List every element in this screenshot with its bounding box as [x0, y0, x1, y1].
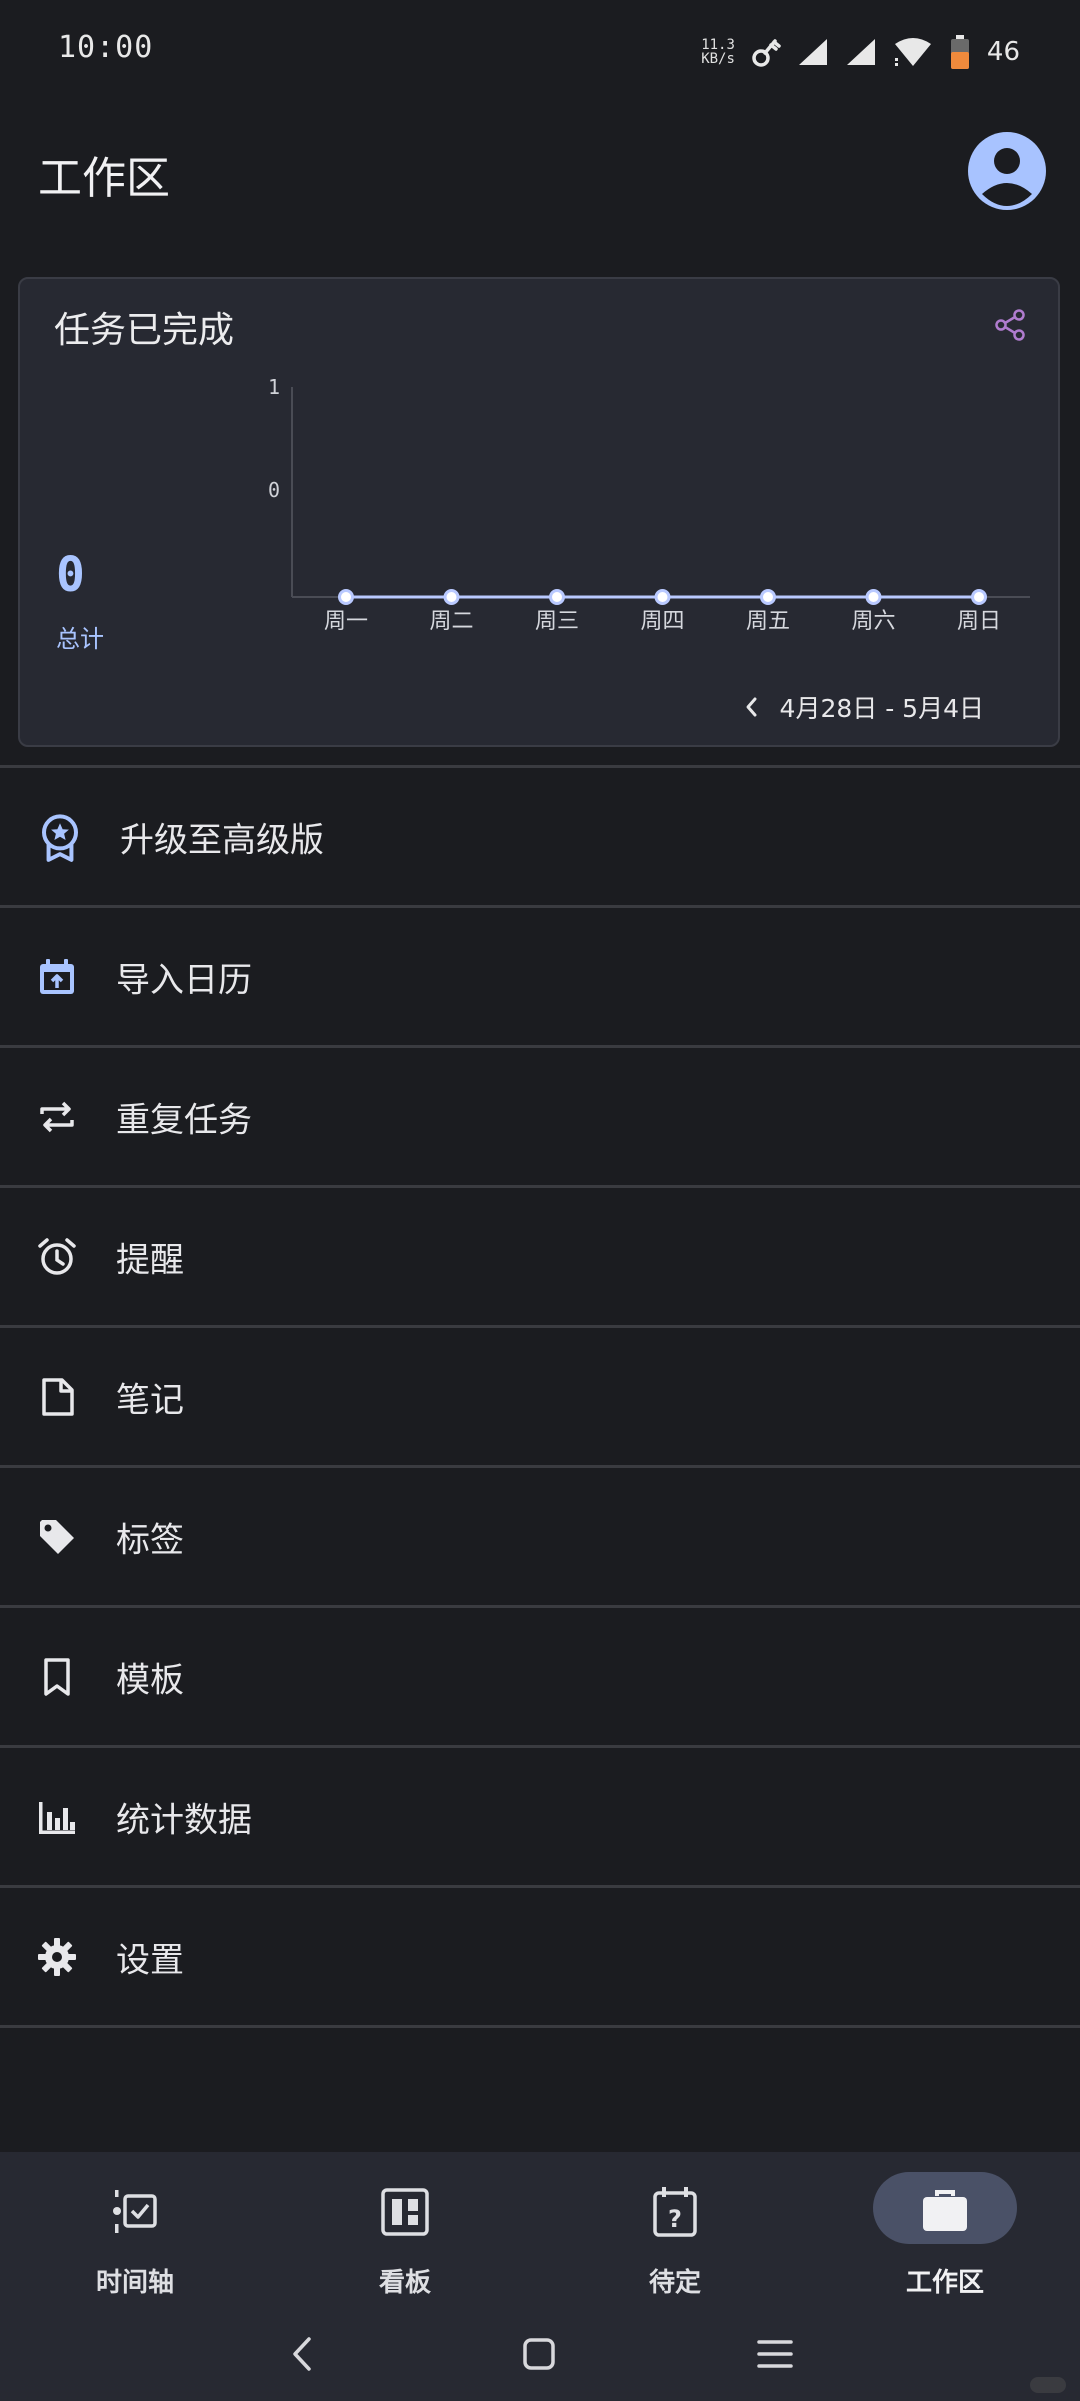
account-circle-icon[interactable] — [968, 132, 1046, 210]
tab-label: 待定 — [648, 2268, 701, 2298]
data-point — [549, 589, 565, 605]
tab-workspace[interactable]: 工作区 — [845, 2172, 1045, 2298]
menu-item-label: 设置 — [116, 1940, 184, 1980]
menu-item-templates[interactable]: 模板 — [0, 1608, 1080, 1745]
menu-item-label: 重复任务 — [116, 1100, 252, 1140]
award-badge-icon — [42, 813, 78, 862]
x-tick-label: 周日 — [957, 609, 1001, 634]
menu-item-reminders[interactable]: 提醒 — [0, 1188, 1080, 1325]
home-icon[interactable] — [514, 2329, 564, 2379]
date-range: 4月28日 - 5月4日 — [738, 689, 984, 725]
page-title: 工作区 — [38, 153, 170, 204]
battery-level: 46 — [986, 37, 1020, 67]
card-title: 任务已完成 — [54, 310, 235, 351]
date-range-label: 4月28日 - 5月4日 — [779, 694, 984, 723]
x-tick-label: 周一 — [324, 609, 368, 634]
signal-icon — [846, 39, 875, 65]
total-value: 0 — [56, 547, 85, 603]
menu-item-repeat-tasks[interactable]: 重复任务 — [0, 1048, 1080, 1185]
menu-icon[interactable] — [750, 2329, 800, 2379]
x-tick-label: 周二 — [429, 609, 473, 634]
timeline-icon — [113, 2190, 157, 2233]
alarm-icon — [38, 1237, 76, 1275]
bookmark-icon — [44, 1657, 70, 1696]
network-speed-unit: KB/s — [701, 51, 735, 67]
menu-item-label: 统计数据 — [116, 1800, 252, 1840]
tab-timeline[interactable]: 时间轴 — [35, 2178, 235, 2298]
menu-item-label: 标签 — [116, 1520, 184, 1560]
wifi-icon — [894, 38, 931, 66]
data-point — [865, 589, 882, 605]
network-speed: 11.3 KB/s — [701, 38, 735, 66]
note-icon — [42, 1377, 74, 1416]
signal-icon — [798, 39, 827, 65]
data-point — [443, 589, 460, 605]
y-tick-label: 1 — [268, 375, 280, 399]
repeat-icon — [40, 1101, 74, 1132]
status-time: 10:00 — [58, 30, 154, 65]
app-header: 工作区 — [0, 120, 1080, 230]
total-label: 总计 — [56, 625, 104, 653]
workspace-menu: 升级至高级版 导入日历 重复任务 提醒 笔记 标签 模板 统计数据 设置 — [0, 765, 1080, 2028]
menu-item-upgrade[interactable]: 升级至高级版 — [0, 768, 1080, 905]
menu-item-statistics[interactable]: 统计数据 — [0, 1748, 1080, 1885]
menu-item-label: 提醒 — [116, 1240, 184, 1280]
back-icon[interactable] — [278, 2329, 328, 2379]
share-icon[interactable] — [992, 307, 1028, 343]
data-point — [654, 589, 671, 605]
chevron-left-icon[interactable] — [738, 693, 766, 721]
network-speed-value: 11.3 — [701, 37, 735, 53]
status-bar: 10:00 11.3 KB/s 46 — [0, 0, 1080, 100]
calendar-question-icon: ? — [653, 2187, 697, 2237]
tab-label: 看板 — [378, 2268, 431, 2298]
tasks-line-chart: 1 0 周一 周二 周三 周四 周五 周六 周日 — [268, 375, 1030, 634]
battery-icon — [950, 35, 969, 69]
system-navigation-bar — [0, 2317, 1080, 2387]
gear-icon — [38, 1937, 76, 1976]
menu-item-label: 笔记 — [116, 1380, 184, 1420]
y-tick-label: 0 — [268, 478, 280, 502]
bar-chart-icon — [39, 1801, 75, 1834]
menu-item-tags[interactable]: 标签 — [0, 1468, 1080, 1605]
status-icons: 11.3 KB/s 46 — [701, 30, 1020, 74]
menu-item-label: 升级至高级版 — [120, 820, 324, 860]
menu-item-import-calendar[interactable]: 导入日历 — [0, 908, 1080, 1045]
x-tick-label: 周五 — [746, 609, 790, 634]
calendar-import-icon — [40, 958, 74, 994]
x-tick-label: 周三 — [535, 609, 579, 634]
x-tick-label: 周六 — [851, 609, 895, 634]
watermark — [1030, 2377, 1066, 2393]
menu-item-label: 导入日历 — [116, 960, 252, 1000]
x-tick-label: 周四 — [640, 609, 684, 634]
data-point — [760, 589, 776, 605]
svg-text:?: ? — [668, 2205, 682, 2233]
tasks-completed-card: 任务已完成 0 总计 1 0 周一 周二 周三 周四 周五 周六 周日 4月28日 - 5月4日 — [18, 277, 1060, 747]
tab-pending[interactable]: ? 待定 — [575, 2178, 775, 2298]
divider — [0, 2025, 1080, 2028]
data-point — [338, 589, 354, 605]
menu-item-label: 模板 — [116, 1660, 184, 1700]
briefcase-icon — [923, 2190, 967, 2231]
tab-label: 时间轴 — [95, 2268, 174, 2298]
tab-board[interactable]: 看板 — [305, 2178, 505, 2298]
menu-item-settings[interactable]: 设置 — [0, 1888, 1080, 2025]
key-icon — [752, 39, 781, 67]
tab-label: 工作区 — [905, 2268, 984, 2298]
board-icon — [381, 2188, 429, 2236]
tag-icon — [40, 1519, 74, 1554]
menu-item-notes[interactable]: 笔记 — [0, 1328, 1080, 1465]
bottom-nav: 时间轴 看板 ? 待定 工作区 — [0, 2152, 1080, 2401]
data-point — [971, 589, 987, 605]
